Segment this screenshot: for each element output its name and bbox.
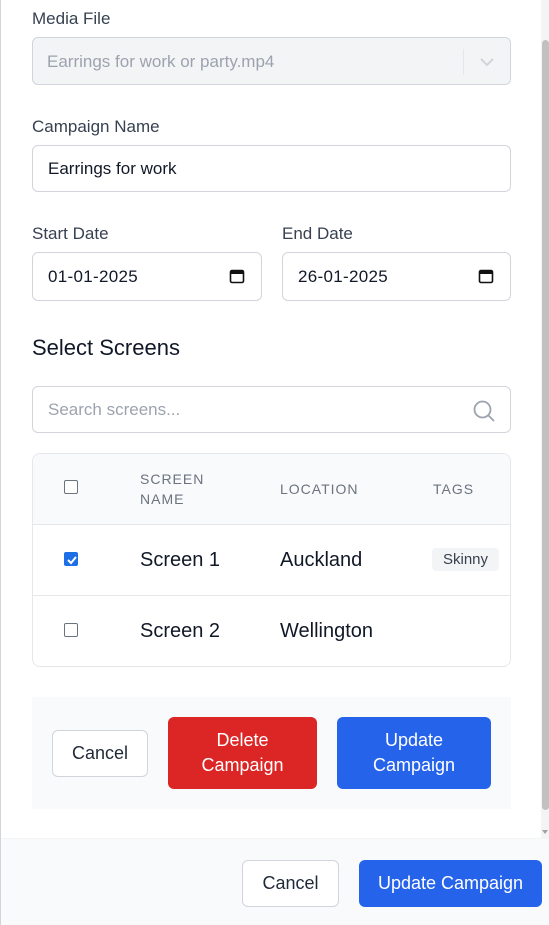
column-tags: TAGS (433, 481, 475, 497)
screens-table: SCREEN NAME LOCATION TAGS Screen 1 Auckl… (32, 453, 511, 667)
table-row[interactable]: Screen 1 Auckland Skinny (33, 525, 510, 596)
scrollbar-thumb[interactable] (542, 40, 549, 810)
chevron-down-icon (480, 58, 494, 67)
table-row[interactable]: Screen 2 Wellington (33, 596, 510, 666)
table-header: SCREEN NAME LOCATION TAGS (33, 454, 510, 525)
select-screens-title: Select Screens (32, 335, 180, 360)
end-date-input[interactable]: 26-01-2025 (282, 252, 511, 301)
edit-campaign-modal: Media File Earrings for work or party.mp… (0, 0, 549, 925)
location-cell: Wellington (280, 620, 374, 642)
end-date-label: End Date (282, 224, 353, 243)
search-icon (473, 400, 495, 422)
media-file-value: Earrings for work or party.mp4 (47, 52, 275, 71)
modal-footer: Cancel Update Campaign (1, 838, 549, 925)
inline-cancel-button[interactable]: Cancel (52, 730, 148, 777)
select-separator (463, 49, 464, 75)
start-date-input[interactable]: 01-01-2025 (32, 252, 262, 301)
modal-scrollbar[interactable] (541, 0, 549, 838)
screen-name-cell: Screen 2 (140, 620, 221, 642)
row-checkbox[interactable] (64, 623, 78, 637)
location-cell: Auckland (280, 549, 363, 571)
modal-scroll-area[interactable]: Media File Earrings for work or party.mp… (1, 0, 541, 838)
start-date-value: 01-01-2025 (48, 267, 138, 286)
campaign-name-input[interactable]: Earrings for work (32, 145, 511, 192)
media-file-select[interactable]: Earrings for work or party.mp4 (32, 37, 511, 85)
search-placeholder: Search screens... (48, 400, 181, 419)
campaign-name-label: Campaign Name (32, 117, 160, 136)
inline-actions-bar: Cancel Delete Campaign Update Campaign (32, 697, 511, 809)
delete-campaign-button[interactable]: Delete Campaign (168, 717, 317, 789)
screen-name-cell: Screen 1 (140, 549, 221, 571)
end-date-value: 26-01-2025 (298, 267, 388, 286)
calendar-icon[interactable] (229, 268, 245, 284)
start-date-label: Start Date (32, 224, 109, 243)
select-all-checkbox[interactable] (64, 480, 78, 494)
campaign-name-value: Earrings for work (48, 159, 177, 178)
footer-cancel-button[interactable]: Cancel (242, 860, 339, 907)
tag-badge: Skinny (432, 548, 500, 571)
column-screen-name: SCREEN NAME (140, 471, 205, 507)
check-icon (67, 556, 77, 565)
search-screens-input[interactable]: Search screens... (32, 386, 511, 433)
inline-update-campaign-button[interactable]: Update Campaign (337, 717, 491, 789)
media-file-label: Media File (32, 9, 111, 28)
calendar-icon[interactable] (478, 268, 494, 284)
scroll-down-arrow-icon[interactable] (542, 830, 548, 834)
footer-update-campaign-button[interactable]: Update Campaign (359, 860, 542, 907)
row-checkbox[interactable] (64, 552, 78, 566)
column-location: LOCATION (280, 481, 359, 497)
